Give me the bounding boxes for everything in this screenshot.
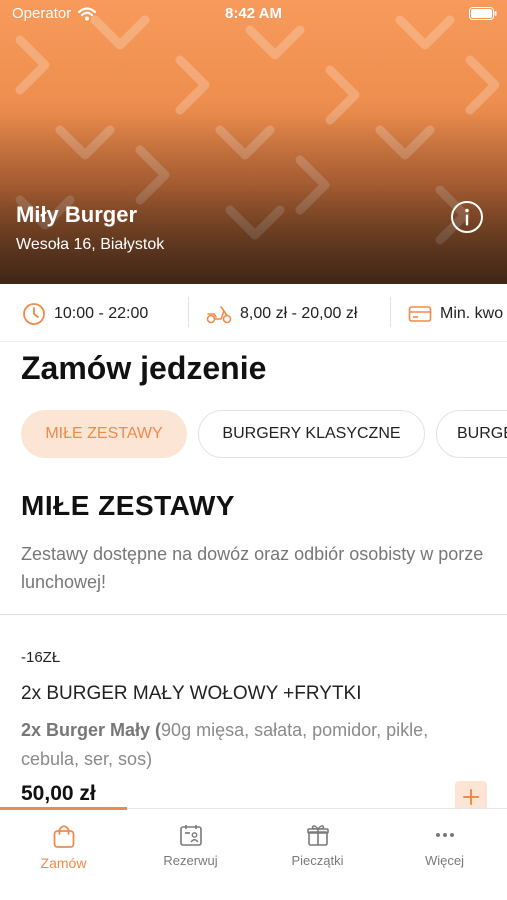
tab-label: Więcej <box>424 853 464 868</box>
restaurant-name: Miły Burger <box>16 202 138 227</box>
more-dots-icon <box>435 833 454 837</box>
product-description-bold: 2x Burger Mały ( <box>21 720 162 740</box>
clock-icon <box>23 303 45 325</box>
delivery-cost-text: 8,00 zł - 20,00 zł <box>240 305 358 322</box>
delivery-cost: 8,00 zł - 20,00 zł <box>206 300 357 328</box>
opening-hours-text: 10:00 - 22:00 <box>54 305 149 322</box>
tab-pieczatki[interactable]: Pieczątki <box>254 823 381 883</box>
status-bar: Operator 8:42 AM <box>0 0 507 28</box>
gift-icon <box>306 825 329 846</box>
category-chip-burgery[interactable]: BURGE <box>436 410 507 458</box>
opening-hours: 10:00 - 22:00 <box>22 300 148 328</box>
category-chips: MIŁE ZESTAWY BURGERY KLASYCZNE BURGE <box>0 410 507 460</box>
tab-label: Zamów <box>40 855 87 871</box>
info-divider <box>390 297 391 327</box>
bottom-tab-bar: Zamów Rezerwuj Pieczątki Więcej <box>0 807 507 900</box>
active-tab-indicator <box>0 807 127 810</box>
calendar-person-icon <box>179 825 202 846</box>
plus-icon <box>463 789 479 805</box>
scooter-icon <box>206 306 232 324</box>
info-divider <box>188 297 189 327</box>
restaurant-info-strip: 10:00 - 22:00 8,00 zł - 20,00 zł Min. kw… <box>0 284 507 342</box>
tab-rezerwuj[interactable]: Rezerwuj <box>127 823 254 883</box>
category-header: MIŁE ZESTAWY <box>21 490 235 521</box>
tab-label: Pieczątki <box>291 853 344 868</box>
page-title: Zamów jedzenie <box>21 350 267 386</box>
product-price: 50,00 zł <box>21 782 96 805</box>
product-discount-tag: -16ZŁ <box>21 649 61 666</box>
restaurant-hero: Operator 8:42 AM Miły Burger Wesoła 16, … <box>0 0 507 284</box>
tab-wiecej[interactable]: Więcej <box>381 823 507 883</box>
product-description: 2x Burger Mały (90g mięsa, sałata, pomid… <box>21 716 451 774</box>
category-chip-burgery-klasyczne[interactable]: BURGERY KLASYCZNE <box>198 410 425 458</box>
min-order-text: Min. kwo <box>440 305 504 322</box>
category-chip-mile-zestawy[interactable]: MIŁE ZESTAWY <box>21 410 187 458</box>
battery-icon <box>469 7 497 20</box>
restaurant-address: Wesoła 16, Białystok <box>16 236 165 253</box>
tab-label: Rezerwuj <box>163 853 218 868</box>
category-description: Zestawy dostępne na dowóz oraz odbiór os… <box>21 544 484 592</box>
tab-zamow[interactable]: Zamów <box>0 823 127 883</box>
info-icon[interactable] <box>450 200 484 234</box>
divider <box>0 614 507 615</box>
card-icon <box>408 306 432 322</box>
min-order: Min. kwo <box>408 300 503 328</box>
status-time: 8:42 AM <box>225 5 282 22</box>
bag-icon <box>53 825 74 848</box>
product-name[interactable]: 2x BURGER MAŁY WOŁOWY +FRYTKI <box>21 683 362 705</box>
